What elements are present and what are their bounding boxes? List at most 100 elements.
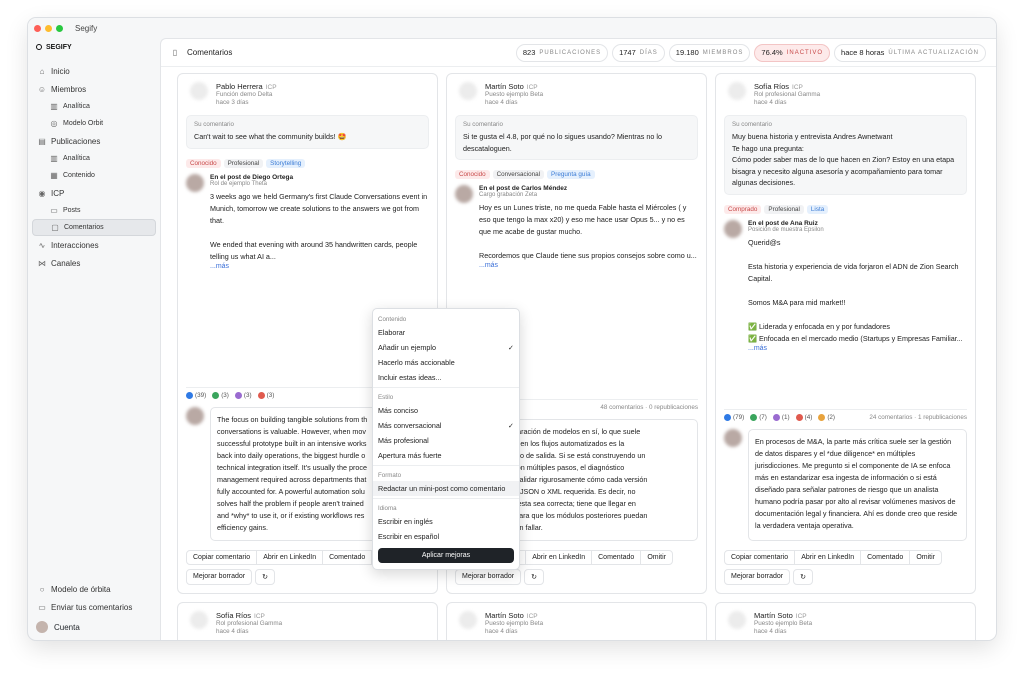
your-comment-label: Su comentario [463, 121, 503, 128]
chart-icon: ▥ [50, 154, 58, 163]
open-linkedin-button[interactable]: Abrir en LinkedIn [795, 551, 862, 564]
sidebar-item-contenido[interactable]: ▦ Contenido [32, 167, 156, 184]
author-role: Puesto ejemplo Beta [485, 91, 544, 98]
menu-item-m-s-conversacional[interactable]: Más conversacional ✓ [378, 418, 514, 433]
reaction-icon [818, 413, 826, 421]
reaction-icon [724, 413, 731, 421]
draft-reply-text[interactable]: En procesos de M&A, la parte más crítica… [748, 429, 967, 541]
menu-item-label: Hacerlo más accionable [378, 358, 455, 367]
sidebar-item-feedback[interactable]: ▭ Enviar tus comentarios [32, 598, 156, 616]
sidebar-item-icp[interactable]: ◉ ICP [32, 184, 156, 202]
tag: Profesional [764, 204, 804, 214]
sidebar-toggle-icon[interactable]: ▯ [171, 48, 179, 57]
stat-label: MIEMBROS [702, 49, 744, 56]
author-name[interactable]: Pablo Herrera ICP [216, 82, 277, 91]
mark-commented-button[interactable]: Comentado [861, 551, 911, 564]
author-date: hace 4 días [216, 628, 249, 635]
original-post: En el post de Diego Ortega Rol de ejemplo… [186, 173, 429, 270]
post-author-avatar [455, 185, 473, 203]
tag: Conocido [455, 170, 490, 179]
stat-label: ÚLTIMA ACTUALIZACIÓN [888, 49, 979, 56]
skip-button[interactable]: Omitir [641, 551, 672, 564]
sidebar-item-orbit-model[interactable]: ○ Modelo de órbita [32, 580, 156, 598]
brand-logo-icon [36, 44, 42, 50]
main-panel: ▯ Comentarios 823 PUBLICACIONES 1747 DÍAS 19… [160, 38, 996, 640]
author-name[interactable]: Sofía Ríos ICP [216, 611, 282, 620]
author-name-text: Sofía Ríos [754, 82, 790, 91]
original-post: En el post de Ana Ruiz Posición de muestr… [724, 219, 967, 352]
lightbulb-icon: ○ [39, 584, 45, 594]
sidebar-item-miembros[interactable]: ☺ Miembros [32, 80, 156, 98]
author-header: Pablo Herrera ICP Función demo Delta hace 3… [186, 82, 429, 107]
menu-item-m-s-conciso[interactable]: Más conciso [378, 403, 514, 418]
regenerate-icon[interactable]: ↻ [255, 569, 276, 585]
skip-button[interactable]: Omitir [910, 551, 941, 564]
author-name[interactable]: Martín Soto ICP [485, 611, 543, 620]
author-name[interactable]: Martín Soto ICP [485, 82, 543, 91]
post-author-avatar [186, 173, 204, 192]
mark-commented-button[interactable]: Comentado [323, 551, 373, 564]
open-linkedin-button[interactable]: Abrir en LinkedIn [526, 551, 593, 564]
author-name-text: Martín Soto [754, 611, 793, 620]
show-more-link[interactable]: ...más [210, 263, 429, 270]
post-body: En el post de Ana Ruiz Posición de muestr… [748, 220, 967, 352]
minimize-window-button[interactable] [45, 24, 52, 32]
top-bar: ▯ Comentarios 823 PUBLICACIONES 1747 DÍAS 19… [161, 39, 996, 67]
author-name[interactable]: Sofía Ríos ICP [754, 82, 820, 91]
your-comment-text: Muy buena historia y entrevista Andres A… [732, 132, 955, 187]
show-more-link[interactable]: ...más [748, 345, 967, 352]
regenerate-icon[interactable]: ↻ [524, 569, 545, 585]
sidebar-item-modelo-orbit[interactable]: ◎ Modelo Orbit [32, 115, 156, 132]
open-linkedin-button[interactable]: Abrir en LinkedIn [257, 551, 324, 564]
copy-comment-button[interactable]: Copiar comentario [187, 551, 258, 564]
sidebar-item-canales[interactable]: ⋈ Canales [32, 254, 156, 272]
sidebar-item-comentarios[interactable]: ▢ Comentarios [32, 219, 156, 236]
menu-item-apertura-m-s-fuerte[interactable]: Apertura más fuerte [378, 448, 514, 463]
menu-divider [373, 387, 519, 388]
regenerate-icon[interactable]: ↻ [793, 569, 814, 585]
menu-divider [373, 465, 519, 466]
icp-badge: ICP [792, 84, 803, 91]
menu-item-escribir-en-ingl-s[interactable]: Escribir en inglés [378, 514, 514, 529]
reaction-icon [234, 391, 242, 399]
menu-item-elaborar[interactable]: Elaborar [378, 325, 514, 340]
reaction-count-text: (1) [781, 414, 790, 421]
author-name-text: Pablo Herrera [216, 82, 263, 91]
sidebar-item-publicaciones[interactable]: ▤ Publicaciones [32, 132, 156, 150]
your-comment-box: Su comentario Si te gusta el 4.8, por qué… [455, 115, 698, 160]
avatar [728, 611, 746, 629]
menu-item-escribir-en-espa-ol[interactable]: Escribir en español [378, 529, 514, 544]
sidebar-item-anal-tica[interactable]: ▥ Analítica [32, 98, 156, 115]
reaction-count-text: (3) [266, 392, 275, 399]
maximize-window-button[interactable] [56, 24, 63, 32]
reply-avatar [724, 429, 742, 447]
author-name[interactable]: Martín Soto ICP [754, 611, 812, 620]
account-menu[interactable]: Cuenta [32, 618, 156, 636]
reaction-icon [750, 413, 758, 421]
sidebar-item-posts[interactable]: ▭ Posts [32, 202, 156, 219]
improve-draft-button[interactable]: Mejorar borrador [455, 569, 522, 585]
menu-item-incluir-estas-ideas-[interactable]: Incluir estas ideas... [378, 370, 514, 385]
reaction-icon [186, 391, 193, 399]
stat-miembros: 19.180 MIEMBROS [668, 43, 751, 62]
your-comment-label: Su comentario [732, 121, 772, 128]
menu-item-m-s-profesional[interactable]: Más profesional [378, 433, 514, 448]
show-more-link[interactable]: ...más [479, 262, 698, 269]
sidebar-item-inicio[interactable]: ⌂ Inicio [32, 62, 156, 80]
menu-section-title: Contenido [378, 316, 407, 323]
icp-badge: ICP [265, 84, 277, 91]
author-name-text: Sofía Ríos [216, 611, 252, 620]
apply-improvements-button[interactable]: Aplicar mejoras [378, 548, 514, 563]
menu-item-hacerlo-m-s-accionable[interactable]: Hacerlo más accionable [378, 355, 514, 370]
mark-commented-button[interactable]: Comentado [592, 551, 642, 564]
improve-draft-button[interactable]: Mejorar borrador [186, 569, 253, 585]
improve-draft-button[interactable]: Mejorar borrador [724, 569, 791, 585]
menu-item-a-adir-un-ejemplo[interactable]: Añadir un ejemplo ✓ [378, 340, 514, 355]
close-window-button[interactable] [34, 24, 41, 32]
author-role: Rol profesional Gamma [754, 91, 821, 98]
menu-item-redactar-un-mini-post-como-comentario[interactable]: Redactar un mini-post como comentario [373, 481, 519, 496]
stat-label: INACTIVO [786, 49, 824, 56]
sidebar-item-anal-tica[interactable]: ▥ Analítica [32, 150, 156, 167]
copy-comment-button[interactable]: Copiar comentario [725, 551, 796, 564]
sidebar-item-interacciones[interactable]: ∿ Interacciones [32, 236, 156, 254]
